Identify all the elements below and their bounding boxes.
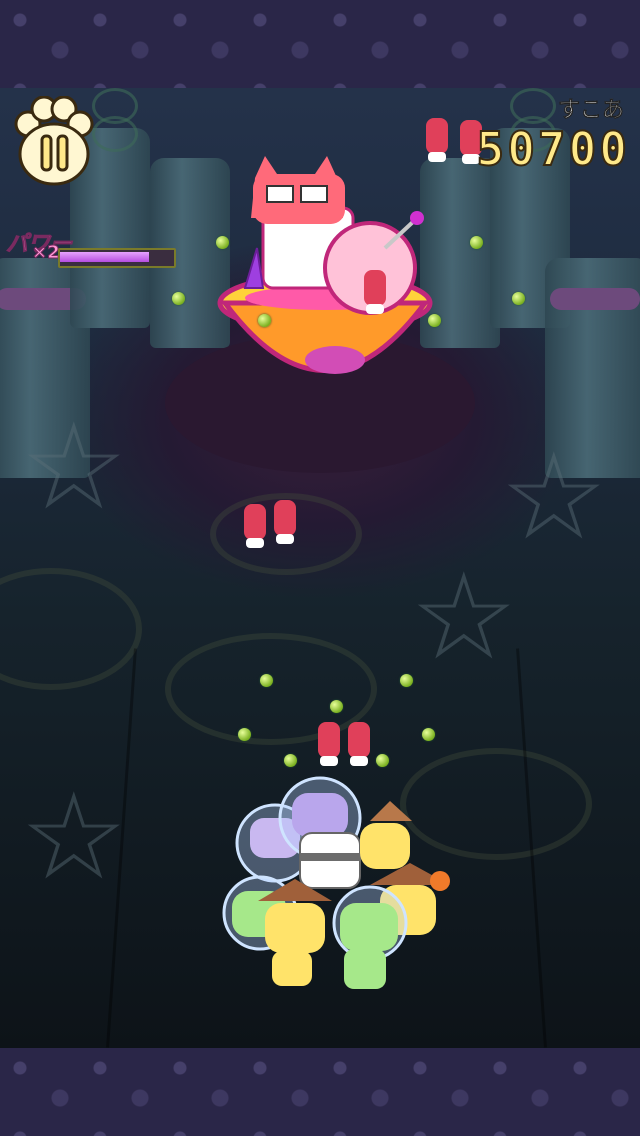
tuna-sushi-projectile bbox=[244, 504, 266, 548]
green-pellet bbox=[376, 754, 389, 767]
floor-circle bbox=[0, 568, 142, 690]
green-pellet bbox=[172, 292, 185, 305]
green-pellet bbox=[512, 292, 525, 305]
green-pellet bbox=[400, 674, 413, 687]
power-bar bbox=[58, 248, 176, 268]
scientist-cat-boss[interactable] bbox=[215, 148, 435, 388]
green-pellet bbox=[284, 754, 297, 767]
tuna-sushi-projectile bbox=[426, 118, 448, 162]
green-pellet bbox=[422, 728, 435, 741]
floor-star: ☆ bbox=[410, 548, 518, 687]
power-multiplier: ×2 bbox=[32, 242, 61, 264]
green-pellet bbox=[470, 236, 483, 249]
green-pellet bbox=[330, 700, 343, 713]
power-gauge: パワー ×2 bbox=[5, 226, 176, 268]
floor-star: ☆ bbox=[20, 768, 128, 907]
power-bar-fill bbox=[60, 252, 149, 262]
green-pellet bbox=[238, 728, 251, 741]
floor-star: ☆ bbox=[20, 398, 128, 537]
tuna-sushi-projectile bbox=[318, 722, 340, 766]
green-pellet bbox=[260, 674, 273, 687]
score-value: 50700 bbox=[476, 121, 630, 177]
green-pellet bbox=[258, 314, 271, 327]
tuna-sushi-projectile bbox=[274, 500, 296, 544]
tuna-sushi-projectile bbox=[348, 722, 370, 766]
cat-squad-player[interactable] bbox=[220, 773, 465, 998]
green-pellet bbox=[216, 236, 229, 249]
score-label: すこあ bbox=[557, 98, 625, 124]
bg-tank-band bbox=[550, 288, 640, 310]
bottom-letterbox bbox=[0, 1048, 640, 1136]
paw-pause-icon[interactable] bbox=[8, 96, 100, 188]
tuna-sushi-projectile bbox=[364, 270, 386, 314]
floor-star: ☆ bbox=[500, 428, 608, 567]
top-letterbox bbox=[0, 0, 640, 88]
green-pellet bbox=[428, 314, 441, 327]
